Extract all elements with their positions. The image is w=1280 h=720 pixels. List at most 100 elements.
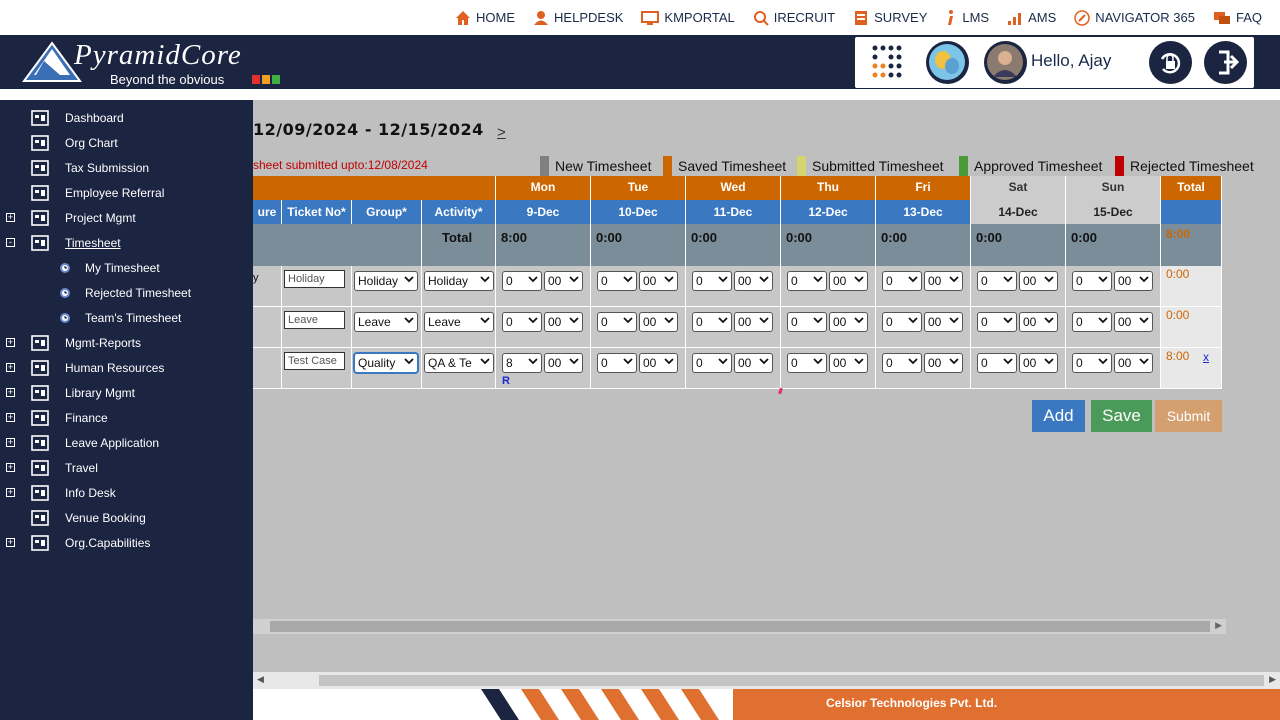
minutes-select[interactable]: 00 bbox=[924, 271, 963, 291]
minutes-select[interactable]: 00 bbox=[544, 353, 583, 373]
sidebar-item-venue-booking[interactable]: Venue Booking bbox=[0, 505, 253, 530]
hours-select[interactable]: 0 bbox=[882, 271, 922, 291]
hours-select[interactable]: 0 bbox=[977, 312, 1017, 332]
sidebar-item-library-mgmt[interactable]: + Library Mgmt bbox=[0, 380, 253, 405]
refresh-lock-icon[interactable] bbox=[1149, 41, 1192, 84]
nav-ams[interactable]: AMS bbox=[1007, 10, 1056, 26]
logout-icon[interactable] bbox=[1204, 41, 1247, 84]
minutes-select[interactable]: 00 bbox=[544, 312, 583, 332]
ticket-input[interactable]: Holiday bbox=[284, 270, 345, 288]
minutes-select[interactable]: 00 bbox=[639, 353, 678, 373]
next-week-link[interactable]: > bbox=[497, 124, 506, 141]
hours-select[interactable]: 0 bbox=[787, 353, 827, 373]
hours-select[interactable]: 0 bbox=[977, 271, 1017, 291]
remove-row-link[interactable]: x bbox=[1203, 350, 1209, 364]
grid-horizontal-scrollbar[interactable]: ▶ bbox=[253, 619, 1226, 634]
nav-navigator-365[interactable]: NAVIGATOR 365 bbox=[1074, 9, 1195, 26]
hours-select[interactable]: 0 bbox=[692, 312, 732, 332]
hours-select[interactable]: 0 bbox=[597, 271, 637, 291]
sidebar-item-leave-application[interactable]: + Leave Application bbox=[0, 430, 253, 455]
hours-select[interactable]: 0 bbox=[692, 271, 732, 291]
sidebar-item-org-capabilities[interactable]: + Org.Capabilities bbox=[0, 530, 253, 555]
nav-helpdesk[interactable]: HELPDESK bbox=[533, 10, 623, 26]
apps-grid-icon[interactable] bbox=[869, 43, 909, 81]
expand-toggle-icon[interactable]: + bbox=[6, 338, 15, 347]
group-select[interactable]: Holiday bbox=[354, 271, 418, 291]
expand-toggle-icon[interactable]: + bbox=[6, 413, 15, 422]
save-button[interactable]: Save bbox=[1091, 400, 1152, 432]
hours-select[interactable]: 0 bbox=[597, 312, 637, 332]
minutes-select[interactable]: 00 bbox=[639, 312, 678, 332]
grid-scroll-thumb[interactable] bbox=[270, 621, 1210, 632]
sidebar-item-my-timesheet[interactable]: My Timesheet bbox=[0, 255, 253, 280]
activity-select[interactable]: QA & Te bbox=[424, 353, 494, 373]
hours-select[interactable]: 0 bbox=[597, 353, 637, 373]
minutes-select[interactable]: 00 bbox=[1019, 312, 1058, 332]
scroll-right-arrow-icon[interactable]: ▶ bbox=[1215, 620, 1222, 631]
masks-icon[interactable] bbox=[926, 41, 969, 84]
sidebar-item-rejected-timesheet[interactable]: Rejected Timesheet bbox=[0, 280, 253, 305]
hours-select[interactable]: 8 bbox=[502, 353, 542, 373]
minutes-select[interactable]: 00 bbox=[924, 312, 963, 332]
sidebar-item-dashboard[interactable]: Dashboard bbox=[0, 105, 253, 130]
minutes-select[interactable]: 00 bbox=[924, 353, 963, 373]
hours-select[interactable]: 0 bbox=[1072, 271, 1112, 291]
group-select[interactable]: Leave bbox=[354, 312, 418, 332]
sidebar-item-travel[interactable]: + Travel bbox=[0, 455, 253, 480]
sidebar-item-human-resources[interactable]: + Human Resources bbox=[0, 355, 253, 380]
sidebar-item-info-desk[interactable]: + Info Desk bbox=[0, 480, 253, 505]
expand-toggle-icon[interactable]: + bbox=[6, 488, 15, 497]
sidebar-item-employee-referral[interactable]: Employee Referral bbox=[0, 180, 253, 205]
expand-toggle-icon[interactable]: + bbox=[6, 363, 15, 372]
minutes-select[interactable]: 00 bbox=[734, 312, 773, 332]
nav-irecruit[interactable]: IRECRUIT bbox=[753, 10, 835, 26]
hours-select[interactable]: 0 bbox=[1072, 353, 1112, 373]
expand-toggle-icon[interactable]: + bbox=[6, 463, 15, 472]
submit-button[interactable]: Submit bbox=[1155, 400, 1222, 432]
expand-toggle-icon[interactable]: + bbox=[6, 438, 15, 447]
page-scroll-left-icon[interactable]: ◀ bbox=[257, 674, 264, 685]
minutes-select[interactable]: 00 bbox=[544, 271, 583, 291]
sidebar-item-tax-submission[interactable]: Tax Submission bbox=[0, 155, 253, 180]
hours-select[interactable]: 0 bbox=[977, 353, 1017, 373]
sidebar-item-mgmt-reports[interactable]: + Mgmt-Reports bbox=[0, 330, 253, 355]
minutes-select[interactable]: 00 bbox=[1019, 353, 1058, 373]
minutes-select[interactable]: 00 bbox=[829, 353, 868, 373]
page-scroll-thumb[interactable] bbox=[319, 675, 1264, 686]
minutes-select[interactable]: 00 bbox=[829, 312, 868, 332]
sidebar-item-org-chart[interactable]: Org Chart bbox=[0, 130, 253, 155]
hours-select[interactable]: 0 bbox=[502, 312, 542, 332]
page-horizontal-scrollbar[interactable]: ◀ ▶ bbox=[253, 672, 1280, 689]
nav-faq[interactable]: FAQ bbox=[1213, 10, 1262, 26]
expand-toggle-icon[interactable]: + bbox=[6, 538, 15, 547]
hours-select[interactable]: 0 bbox=[882, 353, 922, 373]
minutes-select[interactable]: 00 bbox=[639, 271, 678, 291]
minutes-select[interactable]: 00 bbox=[734, 353, 773, 373]
nav-survey[interactable]: SURVEY bbox=[853, 10, 927, 26]
group-select[interactable]: Quality bbox=[354, 353, 418, 373]
sidebar-item-timesheet[interactable]: - Timesheet bbox=[0, 230, 253, 255]
hours-select[interactable]: 0 bbox=[882, 312, 922, 332]
hours-select[interactable]: 0 bbox=[787, 271, 827, 291]
expand-toggle-icon[interactable]: - bbox=[6, 238, 15, 247]
nav-home[interactable]: HOME bbox=[455, 10, 515, 26]
hours-select[interactable]: 0 bbox=[787, 312, 827, 332]
nav-lms[interactable]: LMS bbox=[945, 9, 989, 26]
logo[interactable]: PyramidCore Beyond the obvious bbox=[16, 39, 282, 87]
activity-select[interactable]: Leave bbox=[424, 312, 494, 332]
sidebar-item-finance[interactable]: + Finance bbox=[0, 405, 253, 430]
minutes-select[interactable]: 00 bbox=[1019, 271, 1058, 291]
activity-select[interactable]: Holiday bbox=[424, 271, 494, 291]
minutes-select[interactable]: 00 bbox=[1114, 271, 1153, 291]
minutes-select[interactable]: 00 bbox=[829, 271, 868, 291]
sidebar-item-project-mgmt[interactable]: + Project Mgmt bbox=[0, 205, 253, 230]
sidebar-item-team-s-timesheet[interactable]: Team's Timesheet bbox=[0, 305, 253, 330]
minutes-select[interactable]: 00 bbox=[1114, 312, 1153, 332]
hours-select[interactable]: 0 bbox=[1072, 312, 1112, 332]
hours-select[interactable]: 0 bbox=[502, 271, 542, 291]
expand-toggle-icon[interactable]: + bbox=[6, 388, 15, 397]
hours-select[interactable]: 0 bbox=[692, 353, 732, 373]
avatar[interactable] bbox=[984, 41, 1027, 84]
minutes-select[interactable]: 00 bbox=[734, 271, 773, 291]
add-button[interactable]: Add bbox=[1032, 400, 1085, 432]
